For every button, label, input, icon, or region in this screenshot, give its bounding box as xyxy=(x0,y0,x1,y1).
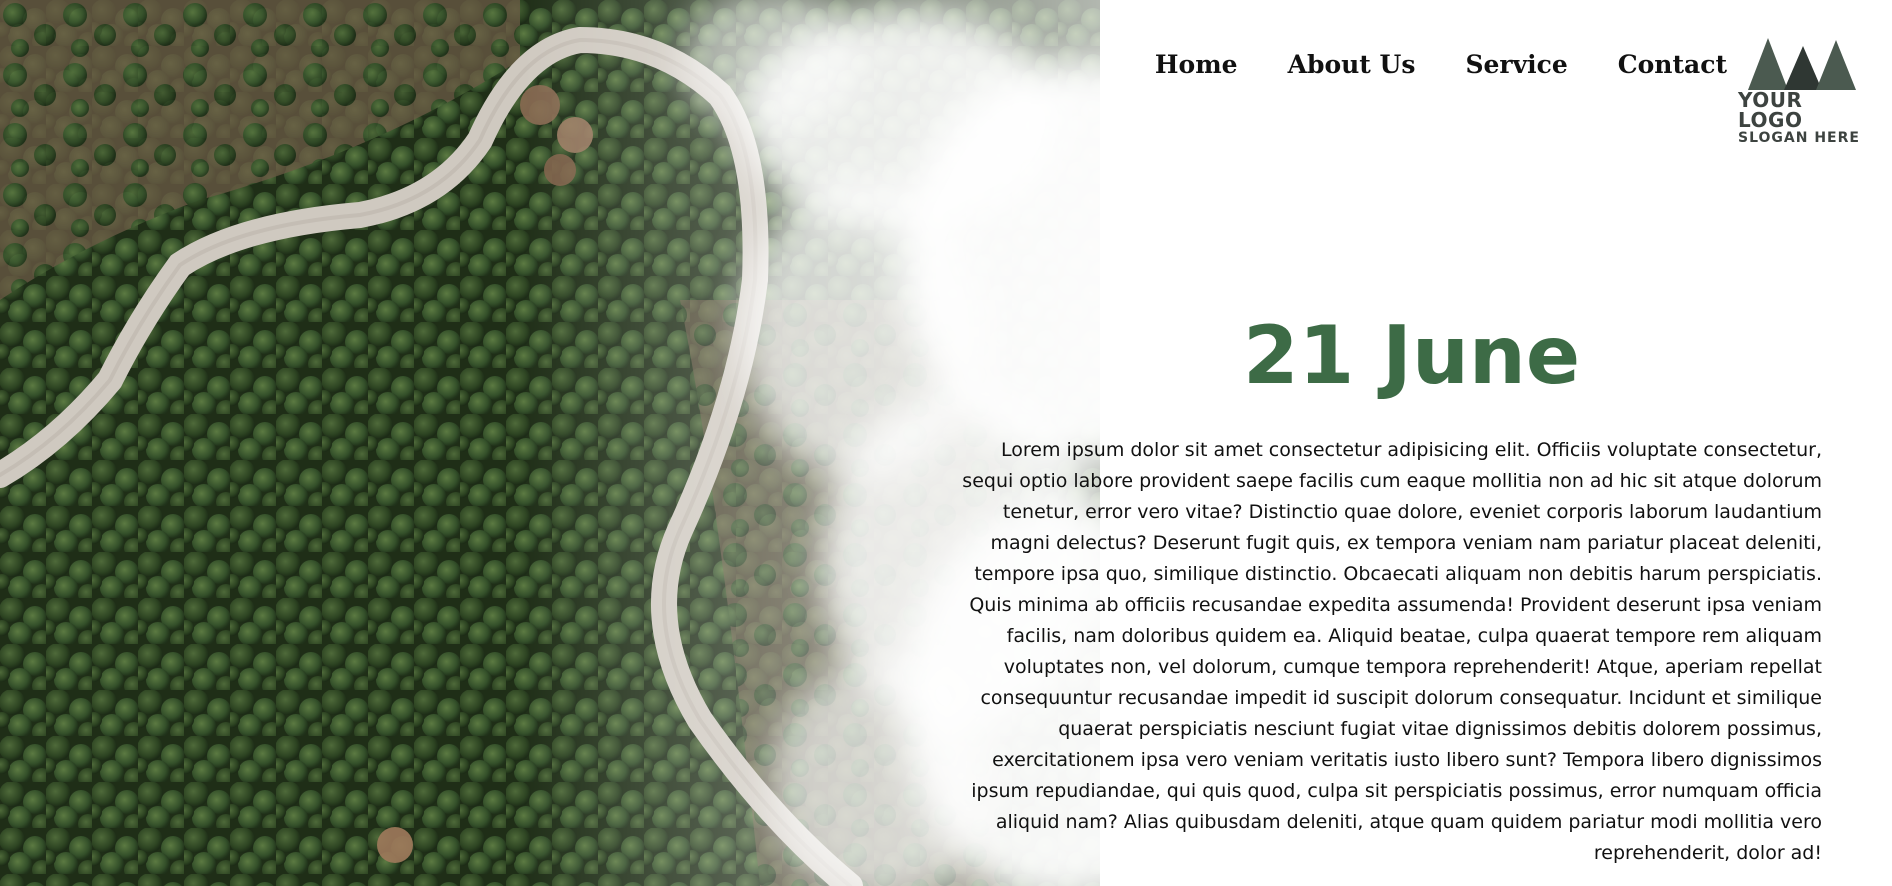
hero-title: 21 June xyxy=(1243,309,1581,402)
logo-title: YOUR LOGO xyxy=(1738,88,1803,132)
nav-service-link[interactable]: Service xyxy=(1465,50,1567,79)
main-nav: Home About Us Service Contact xyxy=(1155,50,1727,79)
nav-home-link[interactable]: Home xyxy=(1155,50,1238,79)
nav-about-us-link[interactable]: About Us xyxy=(1288,50,1416,79)
nav-contact-link[interactable]: Contact xyxy=(1618,50,1727,79)
logo-slogan: SLOGAN HERE xyxy=(1738,130,1860,146)
hero-body-text: Lorem ipsum dolor sit amet consectetur a… xyxy=(962,439,1822,864)
logo[interactable]: YOUR LOGO SLOGAN HERE xyxy=(1738,38,1868,146)
pine-trees-icon xyxy=(1748,38,1856,90)
